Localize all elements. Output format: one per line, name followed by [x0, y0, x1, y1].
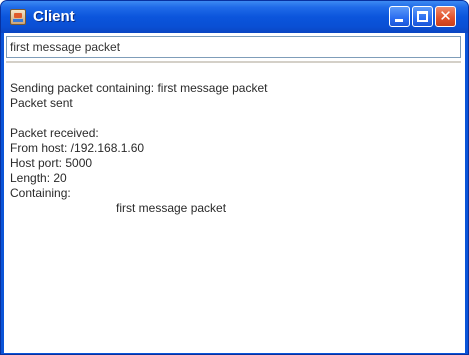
sending-line: Sending packet containing: first message… — [10, 81, 268, 95]
minimize-button[interactable] — [389, 6, 410, 27]
packet-sent-line: Packet sent — [10, 96, 73, 110]
host-port-line: Host port: 5000 — [10, 156, 93, 170]
display-area[interactable]: Sending packet containing: first message… — [6, 61, 461, 349]
close-button[interactable]: ✕ — [435, 6, 456, 27]
title-bar[interactable]: Client ✕ — [1, 1, 468, 33]
maximize-button[interactable] — [412, 6, 433, 27]
close-icon: ✕ — [439, 7, 452, 25]
client-window: Client ✕ Sending packet containing: firs… — [0, 0, 469, 355]
minimize-icon — [395, 19, 403, 22]
maximize-icon — [417, 11, 428, 22]
packet-received-line: Packet received: — [10, 126, 99, 140]
window-title: Client — [33, 8, 75, 25]
java-app-icon[interactable] — [10, 9, 26, 25]
length-line: Length: 20 — [10, 171, 67, 185]
containing-line: Containing: — [10, 186, 71, 200]
containing-value: first message packet — [116, 201, 227, 215]
from-host-line: From host: /192.168.1.60 — [10, 141, 145, 155]
message-input[interactable] — [6, 36, 461, 58]
client-area: Sending packet containing: first message… — [4, 33, 465, 353]
